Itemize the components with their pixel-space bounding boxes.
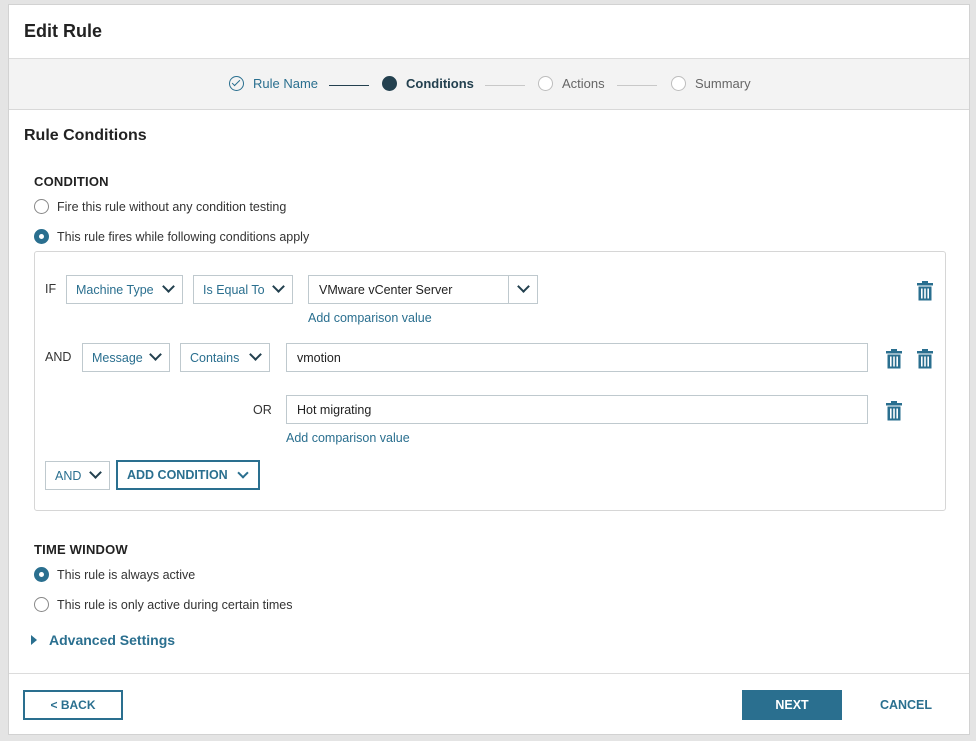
button-label: ADD CONDITION: [127, 468, 228, 482]
radio-checked-icon: [34, 567, 49, 582]
empty-circle-icon: [671, 76, 686, 91]
step-conditions[interactable]: Conditions: [382, 76, 474, 91]
dialog-title: Edit Rule: [24, 21, 103, 41]
select-value: Machine Type: [76, 282, 154, 297]
radio-checked-icon: [34, 229, 49, 244]
check-circle-icon: [229, 76, 244, 91]
field-select-2[interactable]: Message: [82, 343, 170, 372]
chevron-down-icon: [162, 280, 175, 293]
operator-select-1[interactable]: Is Equal To: [193, 275, 293, 304]
select-value: Contains: [190, 350, 240, 365]
time-window-heading: TIME WINDOW: [34, 542, 128, 557]
radio-label: This rule is always active: [57, 567, 196, 582]
chevron-down-icon: [249, 348, 262, 361]
select-value: AND: [55, 468, 82, 483]
conditions-box: IF Machine Type Is Equal To VMware vCent…: [34, 251, 946, 511]
step-rule-name[interactable]: Rule Name: [229, 76, 318, 91]
add-condition-button[interactable]: ADD CONDITION: [116, 460, 260, 490]
wizard-stepper: Rule Name Conditions Actions Summary: [9, 59, 969, 110]
trash-icon[interactable]: [916, 349, 934, 369]
cancel-button[interactable]: CANCEL: [861, 690, 951, 720]
radio-always-active[interactable]: This rule is always active: [34, 567, 195, 582]
trash-icon[interactable]: [885, 349, 903, 369]
chevron-down-icon: [517, 280, 530, 293]
or-value-input[interactable]: Hot migrating: [286, 395, 868, 424]
trash-icon[interactable]: [916, 281, 934, 301]
radio-conditions-apply[interactable]: This rule fires while following conditio…: [34, 229, 309, 244]
combo-value: VMware vCenter Server: [319, 282, 453, 297]
dialog-footer: < BACK NEXT CANCEL: [9, 673, 969, 735]
condition-heading: CONDITION: [34, 174, 109, 189]
step-label: Conditions: [406, 76, 474, 91]
or-keyword: OR: [253, 403, 272, 417]
radio-unchecked-icon: [34, 199, 49, 214]
field-select-1[interactable]: Machine Type: [66, 275, 183, 304]
combo-divider: [508, 276, 509, 303]
radio-label: Fire this rule without any condition tes…: [57, 199, 287, 214]
dialog-header: Edit Rule: [9, 5, 969, 59]
step-label: Summary: [695, 76, 751, 91]
back-button[interactable]: < BACK: [23, 690, 123, 720]
add-comparison-link-2[interactable]: Add comparison value: [286, 431, 410, 445]
chevron-down-icon: [89, 466, 102, 479]
step-label: Rule Name: [253, 76, 319, 91]
active-step-icon: [382, 76, 397, 91]
add-comparison-link-1[interactable]: Add comparison value: [308, 311, 432, 325]
operator-select-2[interactable]: Contains: [180, 343, 270, 372]
trash-icon[interactable]: [885, 401, 903, 421]
chevron-down-icon: [237, 467, 249, 479]
chevron-down-icon: [149, 348, 162, 361]
edit-rule-dialog: Edit Rule Rule Name Conditions Actions S…: [8, 4, 970, 735]
step-summary[interactable]: Summary: [671, 76, 751, 91]
advanced-settings-toggle[interactable]: Advanced Settings: [31, 632, 175, 648]
logic-select[interactable]: AND: [45, 461, 110, 490]
step-actions[interactable]: Actions: [538, 76, 605, 91]
and-keyword: AND: [45, 350, 72, 364]
step-connector: [329, 85, 369, 86]
select-value: Is Equal To: [203, 282, 265, 297]
step-connector: [617, 85, 657, 86]
if-keyword: IF: [45, 282, 57, 296]
value-combobox-1[interactable]: VMware vCenter Server: [308, 275, 538, 304]
radio-label: This rule is only active during certain …: [57, 597, 293, 612]
step-label: Actions: [562, 76, 605, 91]
empty-circle-icon: [538, 76, 553, 91]
input-value: Hot migrating: [297, 402, 372, 417]
section-title: Rule Conditions: [24, 127, 147, 144]
radio-certain-times[interactable]: This rule is only active during certain …: [34, 597, 293, 612]
caret-right-icon: [31, 635, 37, 645]
radio-no-condition[interactable]: Fire this rule without any condition tes…: [34, 199, 286, 214]
next-button[interactable]: NEXT: [742, 690, 842, 720]
advanced-settings-label: Advanced Settings: [49, 632, 176, 648]
radio-label: This rule fires while following conditio…: [57, 229, 310, 244]
input-value: vmotion: [297, 350, 341, 365]
step-connector: [485, 85, 525, 86]
radio-unchecked-icon: [34, 597, 49, 612]
value-input-2[interactable]: vmotion: [286, 343, 868, 372]
select-value: Message: [92, 350, 143, 365]
chevron-down-icon: [272, 280, 285, 293]
